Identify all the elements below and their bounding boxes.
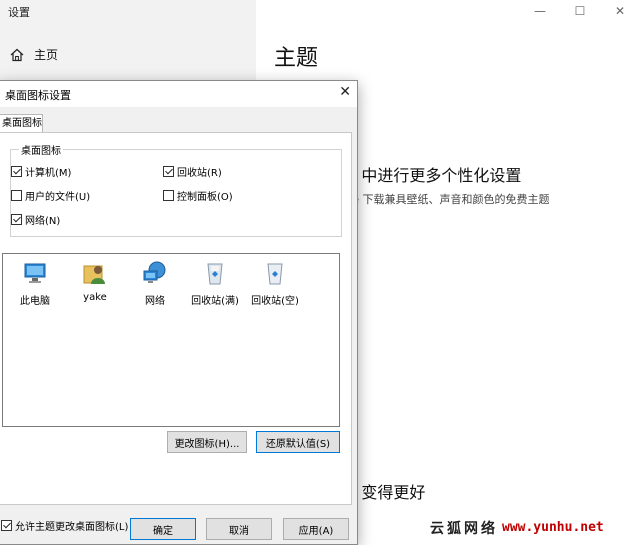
icon-label: 此电脑 xyxy=(20,296,50,307)
checkbox-box[interactable] xyxy=(11,190,22,201)
computer-icon xyxy=(22,260,48,286)
window-controls: — ☐ ✕ xyxy=(520,0,640,22)
ok-button[interactable]: 确定 xyxy=(130,518,196,540)
list-item[interactable]: 回收站(空) xyxy=(245,260,305,307)
checkbox-label: 控制面板(O) xyxy=(177,192,233,203)
checkbox-label: 允许主题更改桌面图标(L) xyxy=(15,522,129,533)
checkbox-box[interactable] xyxy=(163,190,174,201)
sidebar-item-label: 主页 xyxy=(34,48,59,62)
checkbox-box[interactable] xyxy=(1,520,12,531)
desktop-icon-list[interactable]: 此电脑 yake 网络 回收站(满) 回收站(空) xyxy=(2,253,340,427)
desktop-icons-group: 桌面图标 计算机(M) 回收站(R) 用户的文件(U) 控制面板(O) 网络(N… xyxy=(10,142,342,237)
tab-desktop-icons[interactable]: 桌面图标 xyxy=(0,114,43,133)
recycle-bin-full-icon xyxy=(202,260,228,286)
sidebar-item-home[interactable]: 主页 xyxy=(10,46,58,63)
checkbox-network[interactable]: 网络(N) xyxy=(11,212,60,227)
icon-label: 网络 xyxy=(145,296,165,307)
change-icon-button[interactable]: 更改图标(H)... xyxy=(167,431,247,453)
allow-theme-change-checkbox[interactable]: 允许主题更改桌面图标(L) xyxy=(1,518,128,533)
watermark-url: www.yunhu.net xyxy=(502,520,604,535)
personalize-subtext[interactable]: re 下载兼具壁纸、声音和颜色的免费主题 xyxy=(348,191,550,207)
close-button[interactable]: ✕ xyxy=(600,0,640,22)
checkbox-box[interactable] xyxy=(163,166,174,177)
better-heading: s 变得更好 xyxy=(348,483,426,502)
icon-label: 回收站(空) xyxy=(251,296,299,307)
list-item[interactable]: yake xyxy=(65,260,125,303)
checkbox-box[interactable] xyxy=(11,214,22,225)
icon-label: yake xyxy=(83,292,107,303)
tab-pane: 桌面图标 计算机(M) 回收站(R) 用户的文件(U) 控制面板(O) 网络(N… xyxy=(0,132,352,533)
personalize-heading: s 中进行更多个性化设置 xyxy=(348,166,522,185)
user-folder-icon xyxy=(82,260,108,286)
group-label: 桌面图标 xyxy=(19,142,63,157)
checkbox-label: 用户的文件(U) xyxy=(25,192,91,203)
checkbox-label: 计算机(M) xyxy=(25,168,72,179)
dialog-close-icon[interactable]: ✕ xyxy=(339,84,351,100)
list-item[interactable]: 此电脑 xyxy=(5,260,65,307)
dialog-title: 桌面图标设置 xyxy=(5,89,71,102)
checkbox-recycle-bin[interactable]: 回收站(R) xyxy=(163,164,222,179)
checkbox-label: 回收站(R) xyxy=(177,168,222,179)
checkbox-box[interactable] xyxy=(11,166,22,177)
apply-button[interactable]: 应用(A) xyxy=(283,518,349,540)
checkbox-control-panel[interactable]: 控制面板(O) xyxy=(163,188,233,203)
home-icon xyxy=(10,48,24,62)
network-icon xyxy=(142,260,168,286)
restore-default-button[interactable]: 还原默认值(S) xyxy=(256,431,340,453)
icon-label: 回收站(满) xyxy=(191,296,239,307)
checkbox-label: 网络(N) xyxy=(25,216,61,227)
checkbox-computer[interactable]: 计算机(M) xyxy=(11,164,71,179)
desktop-icon-settings-dialog: 桌面图标设置 ✕ 桌面图标 桌面图标 计算机(M) 回收站(R) 用户的文件(U… xyxy=(0,80,358,545)
list-item[interactable]: 网络 xyxy=(125,260,185,307)
settings-window-title: 设置 xyxy=(8,6,30,19)
recycle-bin-empty-icon xyxy=(262,260,288,286)
watermark: 云狐网络 www.yunhu.net xyxy=(430,512,640,543)
cancel-button[interactable]: 取消 xyxy=(206,518,272,540)
minimize-button[interactable]: — xyxy=(520,0,560,22)
checkbox-user-files[interactable]: 用户的文件(U) xyxy=(11,188,90,203)
watermark-chinese: 云狐网络 xyxy=(430,520,498,537)
maximize-button[interactable]: ☐ xyxy=(560,0,600,22)
list-item[interactable]: 回收站(满) xyxy=(185,260,245,307)
dialog-titlebar[interactable]: 桌面图标设置 ✕ xyxy=(0,81,357,107)
page-title: 主题 xyxy=(274,46,319,71)
